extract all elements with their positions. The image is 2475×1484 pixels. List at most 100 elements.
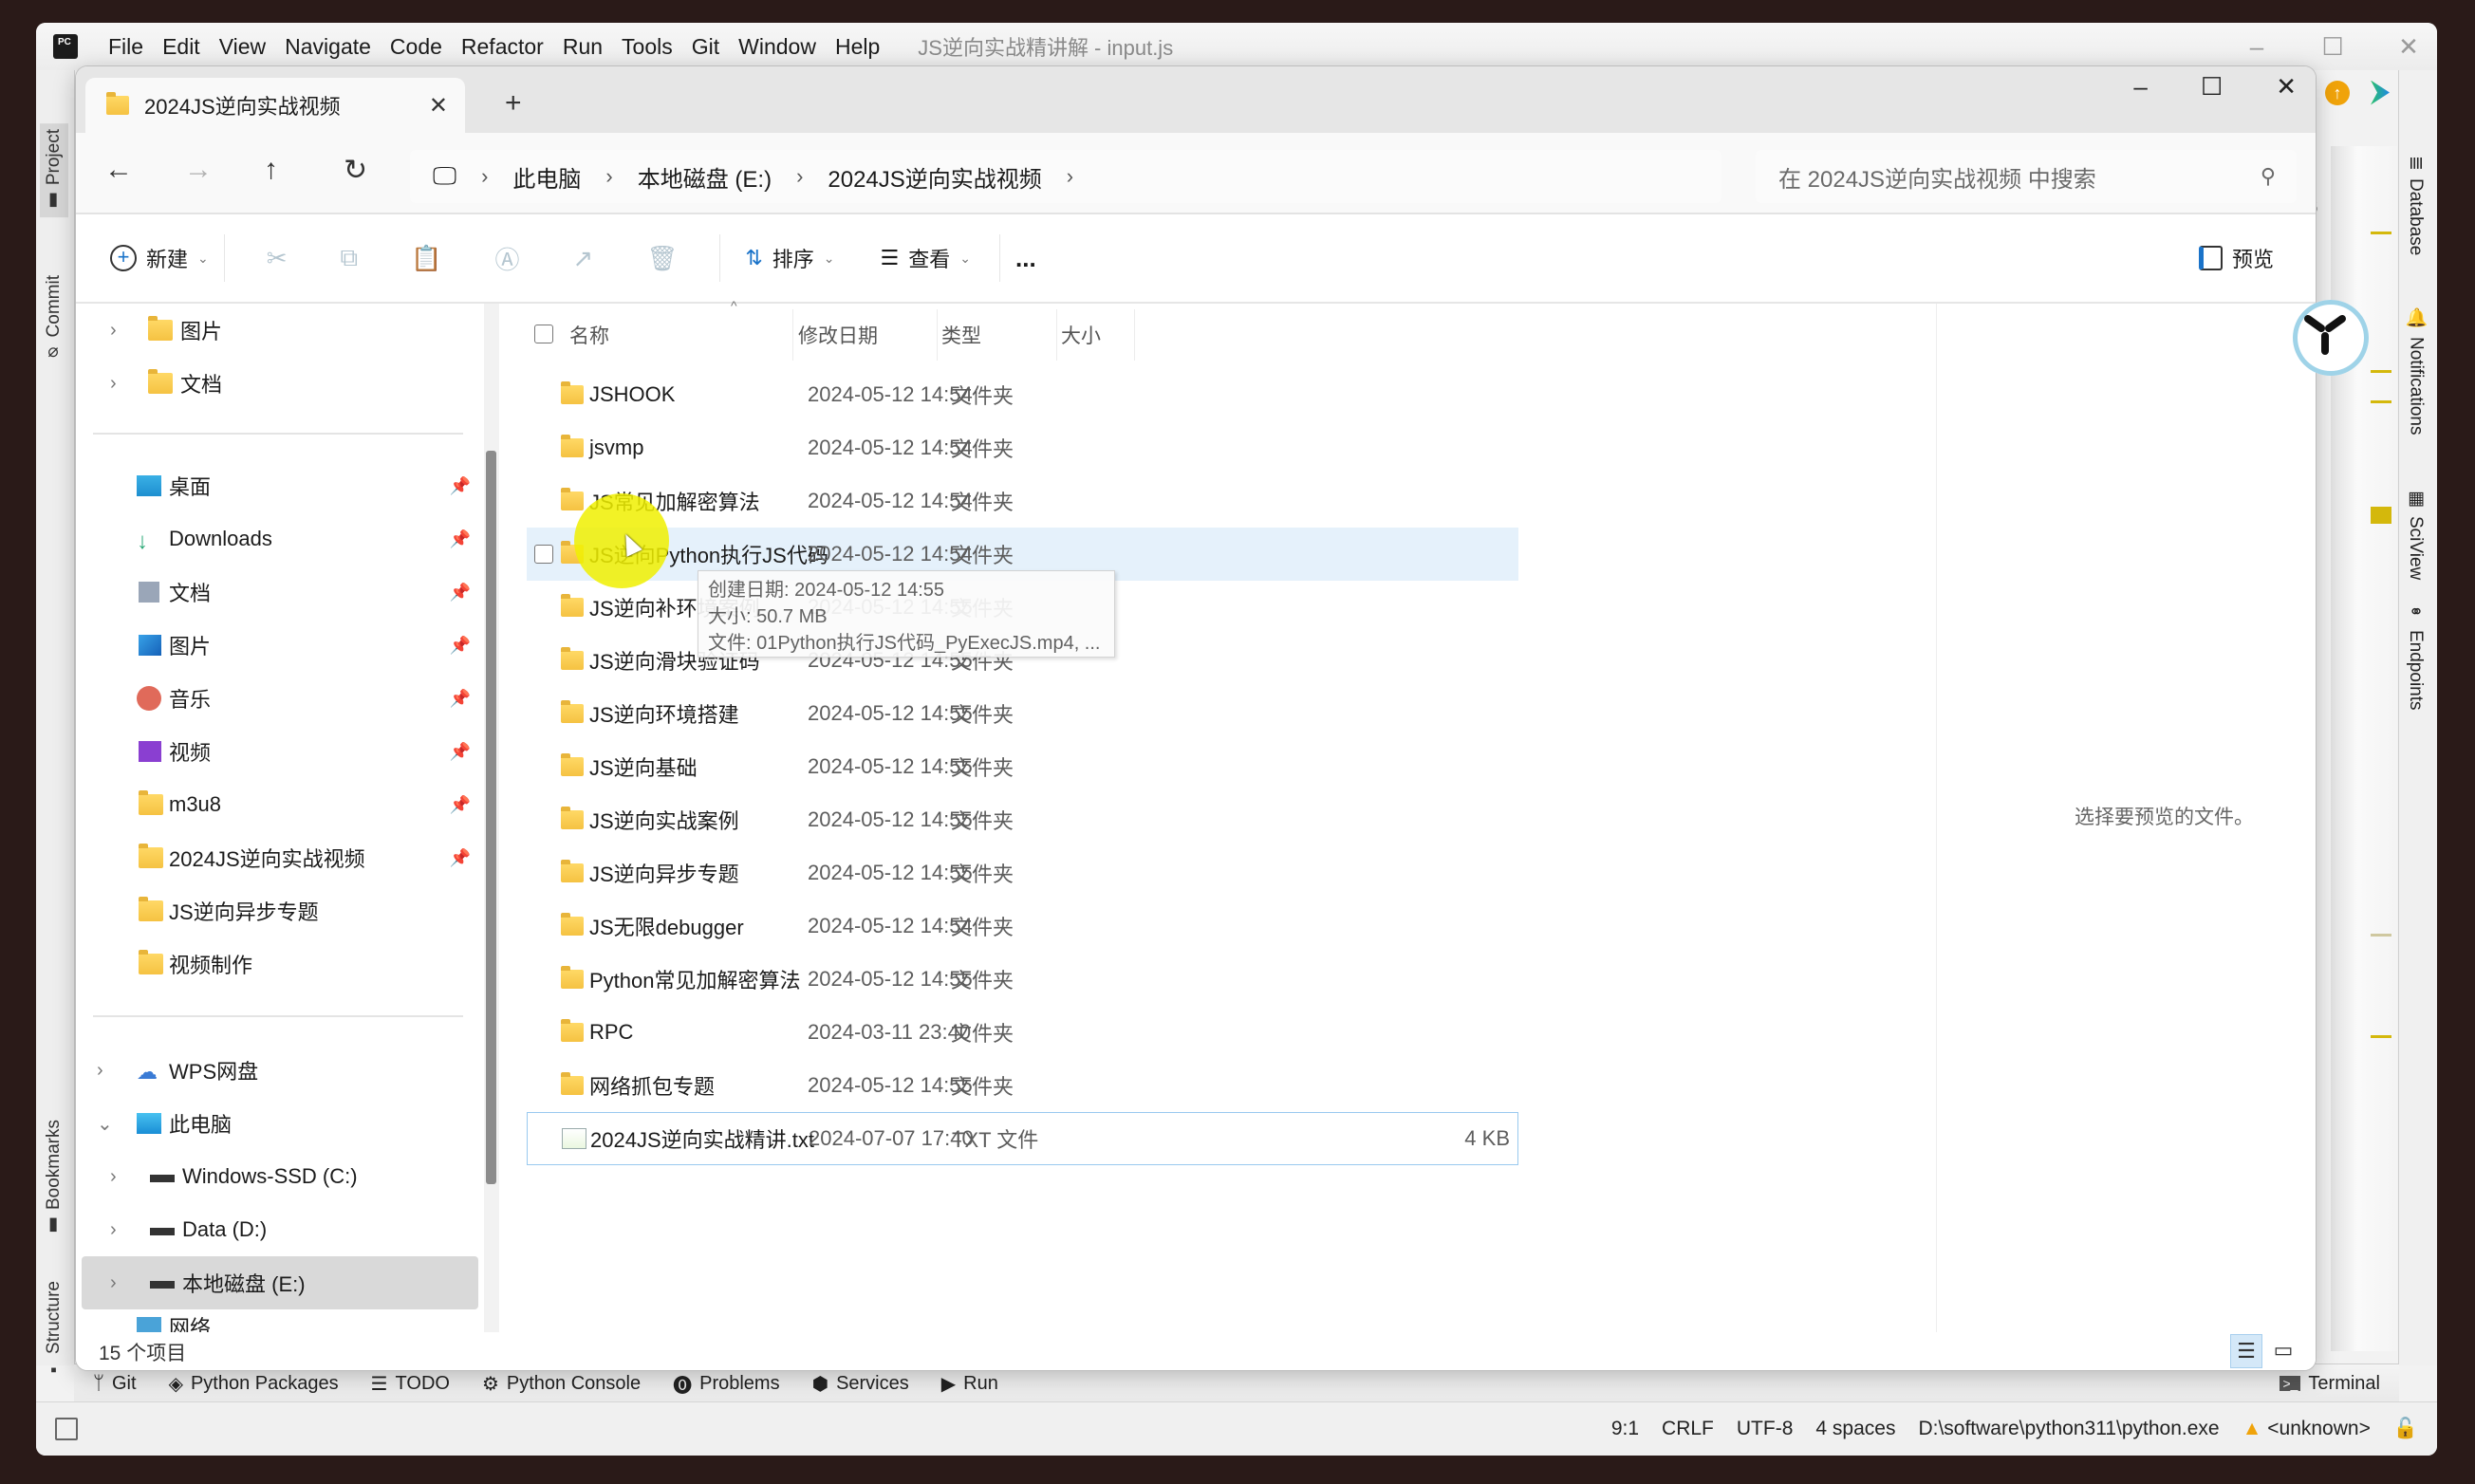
pin-icon[interactable]: 📌 [450,476,471,496]
chevron-right-icon[interactable]: › [481,164,488,189]
tab-commit[interactable]: ⌀ Commit [40,269,68,369]
explorer-tab[interactable]: 2024JS逆向实战视频 ✕ [85,78,465,133]
menu-refactor[interactable]: Refactor [452,34,553,60]
menu-edit[interactable]: Edit [153,34,210,60]
pin-icon[interactable]: 📌 [450,689,471,709]
nav-item-this-pc[interactable]: ⌄ 此电脑 [82,1097,478,1150]
menu-navigate[interactable]: Navigate [275,34,381,60]
caret-position[interactable]: 9:1 [1611,1418,1639,1440]
back-button[interactable]: ← [104,154,133,186]
nav-item-pictures[interactable]: 图片 📌 [82,619,478,672]
python-interpreter[interactable]: D:\software\python311\python.exe [1918,1418,2219,1440]
up-button[interactable]: ↑ [264,154,278,186]
file-row[interactable]: 网络抓包专题 2024-05-12 14:55 文件夹 [527,1059,1518,1112]
close-icon[interactable]: ✕ [2390,32,2428,62]
preview-pane-button[interactable]: 预览 [2198,243,2274,273]
paste-button[interactable]: 📋 [411,244,441,273]
nav-item-downloads[interactable]: ↓ Downloads 📌 [82,512,478,566]
floating-assistant-button[interactable] [2287,294,2374,381]
cut-button[interactable]: ✂ [267,244,288,273]
tab-notifications[interactable]: 🔔 Notifications [2405,307,2427,436]
nav-item-js-async[interactable]: JS逆向异步专题 [82,884,478,937]
line-separator[interactable]: CRLF [1662,1418,1714,1440]
file-row[interactable]: jsvmp 2024-05-12 14:54 文件夹 [527,421,1518,474]
column-name[interactable]: 名称 [569,321,609,349]
select-all-checkbox[interactable] [534,325,553,343]
update-icon[interactable]: ↑ [2325,80,2350,105]
column-divider[interactable] [1056,309,1057,361]
column-divider[interactable] [937,309,938,361]
chevron-right-icon[interactable]: › [110,373,117,395]
new-tab-button[interactable]: + [505,87,522,120]
nav-item-network[interactable]: 网络 [82,1309,478,1332]
nav-item-video-making[interactable]: 视频制作 [82,937,478,991]
details-view-button[interactable]: ☰ [2230,1334,2262,1368]
tab-database[interactable]: ≣ Database [2405,156,2426,255]
file-row[interactable]: 2024JS逆向实战精讲.txt 2024-07-07 17:40 TXT 文件 4 … [527,1112,1518,1165]
file-row[interactable]: JS常见加解密算法 2024-05-12 14:54 文件夹 [527,474,1518,528]
nav-item-desktop[interactable]: 桌面 📌 [82,459,478,512]
more-button[interactable]: ... [1015,244,1036,273]
column-divider[interactable] [792,309,793,361]
view-button[interactable]: ☰ 查看 ⌄ [881,243,971,273]
breadcrumb-this-pc[interactable]: 此电脑 [512,160,581,194]
tab-endpoints[interactable]: ⚭ Endpoints [2405,602,2426,711]
tab-structure[interactable]: ▪ Structure [40,1275,68,1385]
breadcrumb-current-folder[interactable]: 2024JS逆向实战视频 [828,160,1041,194]
column-type[interactable]: 类型 [941,321,981,349]
file-encoding[interactable]: UTF-8 [1737,1418,1794,1440]
menu-window[interactable]: Window [729,34,826,60]
pin-icon[interactable]: 📌 [450,583,471,603]
file-row[interactable]: JS逆向异步专题 2024-05-12 14:55 文件夹 [527,846,1518,900]
tool-git[interactable]: ᛘ Git [93,1373,137,1395]
row-checkbox[interactable] [534,545,553,564]
nav-item-drive-c[interactable]: › Windows-SSD (C:) [82,1150,478,1203]
column-divider[interactable] [1134,309,1135,361]
new-button[interactable]: + 新建 ⌄ [110,243,209,273]
nav-item-drive-d[interactable]: › Data (D:) [82,1203,478,1256]
delete-button[interactable]: 🗑 [646,244,678,273]
address-bar[interactable]: 🖵 › 此电脑 › 本地磁盘 (E:) › 2024JS逆向实战视频 › [410,150,1721,203]
chevron-right-icon[interactable]: › [110,320,117,342]
menu-run[interactable]: Run [553,34,612,60]
tool-todo[interactable]: ☰ TODO [371,1372,450,1396]
nav-item-music[interactable]: 音乐 📌 [82,672,478,725]
nav-item-pictures-folder[interactable]: › 图片 [82,304,478,357]
tool-problems[interactable]: ⓿ Problems [673,1370,779,1398]
chevron-right-icon[interactable]: › [97,1060,103,1082]
column-date-modified[interactable]: 修改日期 [798,321,878,349]
plugin-icon[interactable] [2371,80,2390,105]
tool-terminal[interactable]: >_ Terminal [2280,1373,2380,1395]
file-row[interactable]: JSHOOK 2024-05-12 14:54 文件夹 [527,368,1518,421]
share-button[interactable]: ↗ [573,244,594,273]
nav-item-2024js[interactable]: 2024JS逆向实战视频 📌 [82,831,478,884]
menu-code[interactable]: Code [381,34,452,60]
lock-icon[interactable]: 🔓 [2393,1418,2418,1440]
maximize-icon[interactable]: ☐ [2314,32,2352,62]
menu-tools[interactable]: Tools [612,34,682,60]
chevron-right-icon[interactable]: › [1067,164,1073,189]
chevron-right-icon[interactable]: › [605,164,612,189]
tool-python-packages[interactable]: ◈ Python Packages [169,1372,339,1396]
chevron-right-icon[interactable]: › [796,164,803,189]
copy-button[interactable]: ⧉ [341,243,359,273]
search-input[interactable]: 在 2024JS逆向实战视频 中搜索 ⚲ [1756,150,2297,203]
pin-icon[interactable]: 📌 [450,636,471,656]
file-row[interactable]: JS逆向实战案例 2024-05-12 14:55 文件夹 [527,793,1518,846]
layout-icon[interactable] [55,1418,78,1440]
forward-button[interactable]: → [184,154,213,186]
menu-view[interactable]: View [210,34,275,60]
minimize-icon[interactable]: – [2238,32,2276,62]
tool-python-console[interactable]: ⚙ Python Console [482,1372,641,1396]
minimize-icon[interactable]: – [2133,72,2147,102]
tab-sciview[interactable]: ▦ SciView [2405,488,2426,580]
large-icons-view-button[interactable]: ▭ [2268,1334,2298,1366]
file-row[interactable]: RPC 2024-03-11 23:40 文件夹 [527,1006,1518,1059]
close-icon[interactable]: ✕ [2276,72,2297,102]
maximize-icon[interactable]: ☐ [2201,72,2223,102]
chevron-right-icon[interactable]: › [110,1272,117,1294]
chevron-right-icon[interactable]: › [110,1166,117,1188]
pin-icon[interactable]: 📌 [450,529,471,549]
nav-item-videos[interactable]: 视频 📌 [82,725,478,778]
sort-button[interactable]: ⇅ 排序 ⌄ [745,243,834,273]
